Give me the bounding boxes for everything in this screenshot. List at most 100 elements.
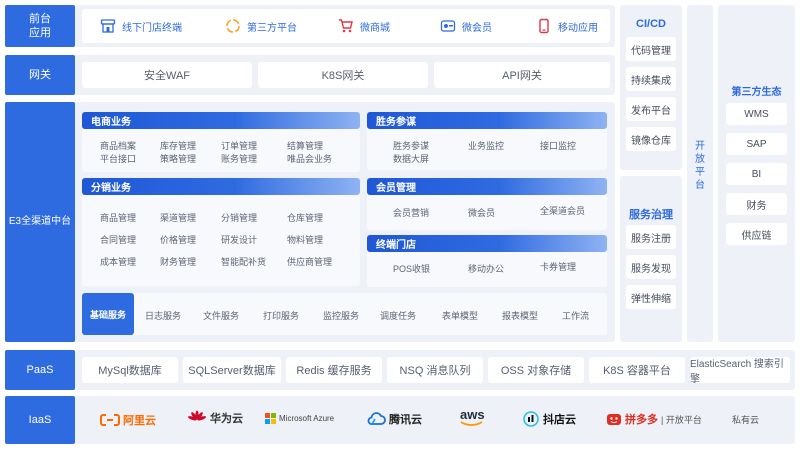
distribution-title: 分销业务 — [82, 178, 360, 195]
member-item[interactable]: 全渠道会员 — [540, 204, 585, 217]
frontend-label: 前台 应用 — [5, 5, 75, 47]
iaas-label: IaaS — [5, 396, 75, 444]
third-party-item[interactable]: 财务 — [726, 193, 787, 215]
frontend-item-member[interactable]: 微会员 — [440, 18, 492, 34]
ecommerce-item[interactable]: 唯品会业务 — [287, 152, 332, 165]
member-icon — [440, 20, 456, 32]
legal-title: 胜务参谋 — [367, 112, 607, 129]
basic-item[interactable]: 打印服务 — [263, 309, 299, 322]
frontend-item-label: 移动应用 — [558, 22, 598, 34]
basic-title: 基础服务 — [82, 293, 134, 335]
governance-item[interactable]: 服务发现 — [626, 255, 676, 279]
store-icon — [100, 19, 116, 33]
tencent-cloud-logo — [367, 412, 386, 425]
phone-icon — [539, 18, 549, 34]
governance-item[interactable]: 弹性伸缩 — [626, 285, 676, 309]
paas-item[interactable]: MySql数据库 — [82, 357, 178, 383]
frontend-item-store[interactable]: 线下门店终端 — [100, 18, 182, 34]
gateway-label: 网关 — [5, 55, 75, 95]
store-item[interactable]: POS收银 — [393, 262, 430, 275]
ecommerce-item[interactable]: 订单管理 — [221, 139, 257, 152]
store-title: 终端门店 — [367, 235, 607, 252]
iaas-label-text: 腾讯云 — [389, 414, 422, 426]
ecommerce-title: 电商业务 — [82, 112, 360, 129]
distribution-item[interactable]: 商品管理 — [100, 211, 136, 224]
cart-icon — [339, 19, 353, 33]
store-item[interactable]: 卡券管理 — [540, 260, 576, 273]
iaas-douyin[interactable]: 抖店云 — [522, 411, 576, 427]
cicd-item[interactable]: 代码管理 — [626, 37, 676, 61]
third-party-item[interactable]: 供应链 — [726, 223, 787, 245]
legal-item[interactable]: 接口监控 — [540, 139, 576, 152]
aws-smile-icon — [460, 421, 483, 426]
third-party-item[interactable]: SAP — [726, 133, 787, 155]
ecommerce-item[interactable]: 平台接口 — [100, 152, 136, 165]
basic-item[interactable]: 报表模型 — [502, 309, 538, 322]
iaas-label-text: | 开放平台 — [661, 414, 702, 425]
distribution-item[interactable]: 价格管理 — [160, 233, 196, 246]
ecommerce-item[interactable]: 策略管理 — [160, 152, 196, 165]
basic-item[interactable]: 文件服务 — [203, 309, 239, 322]
gateway-k8s[interactable]: K8S网关 — [258, 62, 428, 88]
cicd-item[interactable]: 发布平台 — [626, 97, 676, 121]
member-item[interactable]: 微会员 — [468, 206, 495, 219]
frontend-item-mall[interactable]: 微商城 — [338, 18, 390, 34]
paas-item[interactable]: Redis 缓存服务 — [286, 357, 382, 383]
distribution-item[interactable]: 研发设计 — [221, 233, 257, 246]
douyin-logo — [523, 411, 539, 427]
basic-item[interactable]: 日志服务 — [145, 309, 181, 322]
open-platform-label[interactable]: 开 放 平 台 — [687, 140, 713, 192]
huawei-logo — [188, 410, 206, 421]
frontend-item-label: 微商城 — [360, 22, 390, 34]
basic-item[interactable]: 监控服务 — [323, 309, 359, 322]
iaas-azure[interactable]: Microsoft Azure — [265, 413, 334, 424]
distribution-item[interactable]: 智能配补货 — [221, 255, 266, 268]
distribution-item[interactable]: 仓库管理 — [287, 211, 323, 224]
governance-item[interactable]: 服务注册 — [626, 225, 676, 249]
distribution-item[interactable]: 财务管理 — [160, 255, 196, 268]
legal-item[interactable]: 业务监控 — [468, 139, 504, 152]
basic-item[interactable]: 调度任务 — [380, 309, 416, 322]
gateway-waf[interactable]: 安全WAF — [82, 62, 252, 88]
paas-item[interactable]: NSQ 消息队列 — [387, 357, 483, 383]
distribution-item[interactable]: 合同管理 — [100, 233, 136, 246]
distribution-item[interactable]: 渠道管理 — [160, 211, 196, 224]
paas-item[interactable]: ElasticSearch 搜索引擎 — [690, 357, 790, 385]
iaas-tencent[interactable]: 腾讯云 — [366, 411, 422, 427]
ecommerce-item[interactable]: 结算管理 — [287, 139, 323, 152]
paas-item[interactable]: K8S 容器平台 — [589, 357, 685, 383]
iaas-label-text: 拼多多 — [625, 414, 658, 426]
basic-item[interactable]: 工作流 — [562, 309, 589, 322]
gateway-api[interactable]: API网关 — [434, 62, 610, 88]
cicd-item[interactable]: 持续集成 — [626, 67, 676, 91]
iaas-private-cloud[interactable]: 私有云 — [732, 413, 759, 426]
iaas-huawei[interactable]: 华为云 — [188, 410, 243, 426]
frontend-item-mobile[interactable]: 移动应用 — [536, 18, 598, 34]
legal-item[interactable]: 胜务参谋 — [393, 139, 429, 152]
distribution-item[interactable]: 分销管理 — [221, 211, 257, 224]
iaas-aliyun[interactable]: 阿里云 — [100, 412, 156, 428]
distribution-item[interactable]: 成本管理 — [100, 255, 136, 268]
ecommerce-item[interactable]: 商品档案 — [100, 139, 136, 152]
distribution-item[interactable]: 供应商管理 — [287, 255, 332, 268]
cicd-item[interactable]: 镜像仓库 — [626, 127, 676, 151]
member-item[interactable]: 会员营销 — [393, 206, 429, 219]
basic-item[interactable]: 表单模型 — [442, 309, 478, 322]
ecommerce-item[interactable]: 账务管理 — [221, 152, 257, 165]
iaas-aws[interactable]: aws — [460, 408, 485, 427]
frontend-item-label: 微会员 — [462, 22, 492, 34]
ecommerce-item[interactable]: 库存管理 — [160, 139, 196, 152]
third-party-item[interactable]: WMS — [726, 103, 787, 125]
microsoft-logo — [265, 413, 276, 424]
legal-item[interactable]: 数据大屏 — [393, 152, 429, 165]
cycle-icon — [226, 19, 240, 33]
third-party-item[interactable]: BI — [726, 163, 787, 185]
paas-item[interactable]: OSS 对象存储 — [488, 357, 584, 383]
distribution-item[interactable]: 物料管理 — [287, 233, 323, 246]
store-item[interactable]: 移动办公 — [468, 262, 504, 275]
paas-item[interactable]: SQLServer数据库 — [183, 357, 281, 383]
iaas-label-text: 私有云 — [732, 415, 760, 425]
iaas-pinduoduo[interactable]: 拼多多 | 开放平台 — [606, 411, 702, 427]
frontend-item-third-party[interactable]: 第三方平台 — [225, 18, 297, 34]
frontend-item-label: 第三方平台 — [247, 22, 297, 34]
